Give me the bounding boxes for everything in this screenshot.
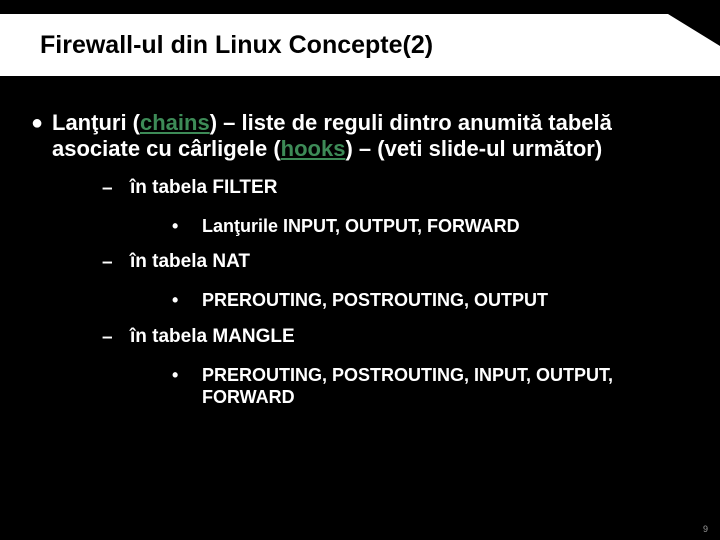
dash-icon: – [102,251,130,275]
dash-icon: – [102,177,130,201]
title-band: Firewall-ul din Linux Concepte(2) [0,14,720,76]
sub-filter: – în tabela FILTER [102,177,698,201]
bullet-main: ● Lanţuri (chains) – liste de reguli din… [22,110,698,163]
main-post: ) – (veti slide-ul următor) [345,136,602,161]
slide-content: ● Lanţuri (chains) – liste de reguli din… [0,100,720,415]
sub-filter-text: în tabela FILTER [130,177,277,200]
sub-nat-chains: • PREROUTING, POSTROUTING, OUTPUT [172,289,698,312]
sub-filter-chains: • Lanţurile INPUT, OUTPUT, FORWARD [172,215,698,238]
sub-mangle-chains: • PREROUTING, POSTROUTING, INPUT, OUTPUT… [172,364,698,409]
dash-icon: – [102,326,130,350]
sub-mangle-text: în tabela MANGLE [130,326,295,349]
dot-icon: • [172,215,202,237]
slide-title: Firewall-ul din Linux Concepte(2) [40,31,433,60]
main-text: Lanţuri (chains) – liste de reguli dintr… [52,110,698,163]
dot-icon: • [172,364,202,386]
bullet-dot-icon: ● [22,110,52,136]
sub-nat: – în tabela NAT [102,251,698,275]
sub-nat-chains-text: PREROUTING, POSTROUTING, OUTPUT [202,289,548,312]
sub-mangle-chains-text: PREROUTING, POSTROUTING, INPUT, OUTPUT, … [202,364,668,409]
corner-cut [668,14,720,46]
link-hooks[interactable]: hooks [281,136,346,161]
sub-mangle: – în tabela MANGLE [102,326,698,350]
sub-filter-chains-text: Lanţurile INPUT, OUTPUT, FORWARD [202,215,520,238]
sub-nat-text: în tabela NAT [130,251,250,274]
main-pre: Lanţuri ( [52,110,140,135]
page-number: 9 [703,524,708,534]
dot-icon: • [172,289,202,311]
link-chains[interactable]: chains [140,110,210,135]
